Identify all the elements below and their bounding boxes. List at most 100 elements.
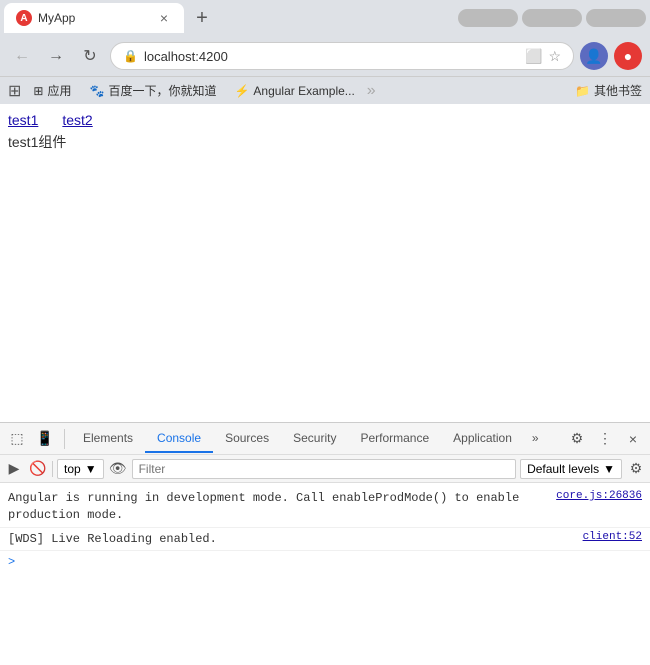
other-bookmarks-label: 其他书签	[594, 82, 642, 99]
close-icon: ×	[629, 431, 637, 447]
angular-bm-icon: ⚡	[234, 84, 249, 98]
translate-icon[interactable]: ⬜	[525, 48, 542, 65]
console-output: Angular is running in development mode. …	[0, 483, 650, 665]
other-bookmarks[interactable]: 📁 其他书签	[575, 82, 642, 99]
context-label: top	[64, 462, 81, 476]
devtools-panel: ⬚ 📱 Elements Console Sources Security	[0, 422, 650, 665]
eye-button[interactable]: 👁	[108, 459, 128, 479]
url-bar[interactable]: 🔒 localhost:4200 ⬜ ☆	[110, 42, 574, 70]
devtools-settings-button[interactable]: ⚙	[564, 426, 590, 452]
tab-extra-pill-1	[458, 9, 518, 27]
prompt-icon: >	[8, 555, 15, 569]
console-prompt[interactable]: >	[0, 551, 650, 573]
avatar-person-icon: 👤	[585, 48, 602, 65]
angular-bm-label: Angular Example...	[253, 84, 354, 98]
tabs-more-button[interactable]: »	[524, 425, 547, 453]
active-tab[interactable]: A MyApp ×	[4, 3, 184, 33]
bookmark-apps[interactable]: ⊞ 应用	[27, 80, 77, 101]
address-extras: 👤 ●	[580, 42, 642, 70]
inspect-element-button[interactable]: ⬚	[4, 426, 30, 452]
console-settings-icon: ⚙	[630, 460, 643, 477]
console-message-1-text: Angular is running in development mode. …	[8, 490, 548, 524]
ban-icon: 🚫	[29, 460, 46, 477]
folder-icon: 📁	[575, 84, 590, 98]
apps-bm-icon: ⊞	[33, 84, 43, 98]
filter-input[interactable]	[132, 459, 516, 479]
device-mode-button[interactable]: 📱	[32, 426, 58, 452]
bookmark-icon[interactable]: ☆	[548, 48, 561, 65]
log-levels-selector[interactable]: Default levels ▼	[520, 459, 622, 479]
eye-icon: 👁	[109, 460, 127, 477]
console-message-2-source[interactable]: client:52	[583, 531, 642, 543]
component-text: test1组件	[8, 132, 642, 152]
console-message-1: Angular is running in development mode. …	[0, 487, 650, 528]
console-message-2-text: [WDS] Live Reloading enabled.	[8, 531, 575, 548]
levels-dropdown-icon: ▼	[603, 462, 615, 476]
menu-dot-icon: ●	[624, 48, 632, 64]
tab-title: MyApp	[38, 11, 150, 25]
lock-icon: 🔒	[123, 49, 138, 63]
baidu-bm-label: 百度一下，你就知道	[108, 82, 216, 99]
tab-sources[interactable]: Sources	[213, 425, 281, 453]
apps-bm-label: 应用	[47, 82, 71, 99]
avatar-icon[interactable]: 👤	[580, 42, 608, 70]
devtools-tabs: Elements Console Sources Security Perfor…	[71, 425, 562, 453]
tab-elements[interactable]: Elements	[71, 425, 145, 453]
clear-console-button[interactable]: ▶	[4, 459, 24, 479]
context-dropdown-icon: ▼	[85, 462, 97, 476]
settings-icon: ⚙	[571, 430, 584, 447]
tab-favicon: A	[16, 10, 32, 26]
tab-extra-pill-3	[586, 9, 646, 27]
tab-extras	[458, 9, 646, 27]
performance-tab-label: Performance	[360, 431, 429, 445]
play-icon: ▶	[9, 460, 20, 477]
forward-button[interactable]: →	[42, 42, 70, 70]
page-content: test1 test2 test1组件	[0, 104, 650, 422]
menu-icon[interactable]: ●	[614, 42, 642, 70]
inspect-icon: ⬚	[10, 430, 23, 447]
tab-bar: A MyApp × +	[0, 0, 650, 36]
tab-extra-pill-2	[522, 9, 582, 27]
url-actions: ⬜ ☆	[525, 48, 561, 65]
filter-separator	[52, 461, 53, 477]
console-settings-button[interactable]: ⚙	[626, 459, 646, 479]
bookmarks-more-icon[interactable]: »	[367, 82, 376, 100]
url-text: localhost:4200	[144, 49, 519, 64]
levels-label: Default levels	[527, 462, 599, 476]
back-button[interactable]: ←	[8, 42, 36, 70]
tab-performance[interactable]: Performance	[348, 425, 441, 453]
tab-security[interactable]: Security	[281, 425, 348, 453]
test2-link[interactable]: test2	[62, 112, 92, 128]
device-icon: 📱	[36, 430, 53, 447]
reload-button[interactable]: ↻	[76, 42, 104, 70]
toolbar-separator	[64, 429, 65, 449]
bookmark-angular[interactable]: ⚡ Angular Example...	[228, 82, 360, 100]
bookmarks-bar: ⊞ ⊞ 应用 🐾 百度一下，你就知道 ⚡ Angular Example... …	[0, 76, 650, 104]
tab-close-button[interactable]: ×	[156, 10, 172, 26]
context-selector[interactable]: top ▼	[57, 459, 104, 479]
bookmark-baidu[interactable]: 🐾 百度一下，你就知道	[83, 80, 222, 101]
security-tab-label: Security	[293, 431, 336, 445]
new-tab-button[interactable]: +	[188, 4, 216, 32]
devtools-toolbar: ⬚ 📱 Elements Console Sources Security	[0, 423, 650, 455]
browser-window: A MyApp × + ← → ↻ 🔒 localhost:4200 ⬜ ☆ 👤	[0, 0, 650, 665]
ban-button[interactable]: 🚫	[28, 459, 48, 479]
tab-console[interactable]: Console	[145, 425, 213, 453]
sources-tab-label: Sources	[225, 431, 269, 445]
apps-icon[interactable]: ⊞	[8, 81, 21, 101]
devtools-filter-bar: ▶ 🚫 top ▼ 👁 Default levels ▼ ⚙	[0, 455, 650, 483]
page-links-row: test1 test2	[8, 112, 642, 128]
elements-tab-label: Elements	[83, 431, 133, 445]
tab-application[interactable]: Application	[441, 425, 524, 453]
console-message-1-source[interactable]: core.js:26836	[556, 490, 642, 502]
test1-link[interactable]: test1	[8, 112, 38, 128]
kebab-menu-icon: ⋮	[598, 430, 612, 447]
address-bar: ← → ↻ 🔒 localhost:4200 ⬜ ☆ 👤 ●	[0, 36, 650, 76]
baidu-bm-icon: 🐾	[89, 84, 104, 98]
devtools-close-button[interactable]: ×	[620, 426, 646, 452]
devtools-right-icons: ⚙ ⋮ ×	[564, 426, 646, 452]
console-tab-label: Console	[157, 431, 201, 445]
application-tab-label: Application	[453, 431, 512, 445]
devtools-menu-button[interactable]: ⋮	[592, 426, 618, 452]
console-message-2: [WDS] Live Reloading enabled. client:52	[0, 528, 650, 552]
